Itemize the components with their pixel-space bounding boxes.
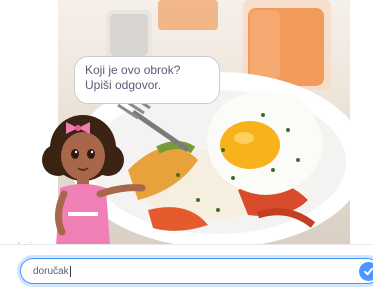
speech-text: Koji je ovo obrok? Upiši odgovor. xyxy=(85,63,181,92)
girl-character[interactable] xyxy=(38,110,148,244)
speech-bubble: Koji je ovo obrok? Upiši odgovor. xyxy=(74,56,220,104)
answer-text: doručak xyxy=(33,265,69,277)
speech-bubble-tail xyxy=(18,242,32,244)
answer-input[interactable]: doručak xyxy=(20,258,373,284)
stage: Koji je ovo obrok? Upiši odgovor. xyxy=(0,0,373,244)
checkmark-icon xyxy=(364,267,373,276)
text-caret xyxy=(69,265,71,277)
submit-answer-button[interactable] xyxy=(359,262,373,281)
ask-panel: doručak xyxy=(0,244,373,295)
